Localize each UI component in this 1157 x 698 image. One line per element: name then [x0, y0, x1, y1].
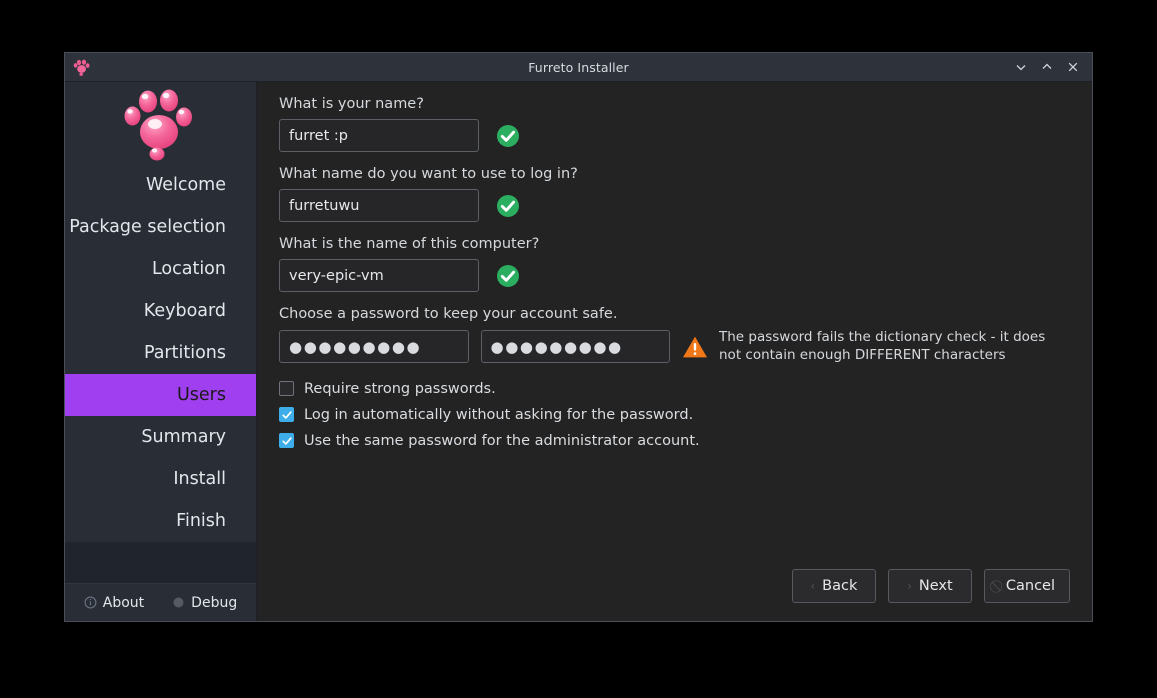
- hostname-field-row: [279, 259, 1070, 292]
- sidebar-item-location[interactable]: Location: [65, 248, 256, 290]
- sidebar-item-label: Install: [173, 469, 226, 489]
- sidebar-item-summary[interactable]: Summary: [65, 416, 256, 458]
- about-label: About: [102, 594, 145, 611]
- chevron-up-icon[interactable]: [1034, 54, 1060, 80]
- require-strong-passwords-row[interactable]: Require strong passwords.: [279, 381, 1070, 397]
- sidebar-item-label: Package selection: [69, 217, 226, 237]
- debug-button[interactable]: Debug: [172, 595, 237, 611]
- sidebar-item-package-selection[interactable]: Package selection: [65, 206, 256, 248]
- sidebar-item-welcome[interactable]: Welcome: [65, 164, 256, 206]
- auto-login-label: Log in automatically without asking for …: [304, 406, 694, 423]
- login-field-row: [279, 189, 1070, 222]
- sidebar-item-label: Keyboard: [143, 301, 226, 321]
- bug-circle-icon: [172, 596, 185, 609]
- password-confirm-input[interactable]: ●●●●●●●●●: [480, 330, 670, 364]
- next-button-label: Next: [918, 578, 953, 594]
- sidebar-item-label: Users: [176, 385, 226, 405]
- password-input[interactable]: ●●●●●●●●●: [279, 330, 469, 364]
- cancel-button[interactable]: ⃠ Cancel: [983, 569, 1070, 603]
- same-admin-password-checkbox[interactable]: [279, 433, 294, 449]
- require-strong-passwords-label: Require strong passwords.: [304, 380, 496, 397]
- paw-logo: [65, 82, 256, 164]
- sidebar-footer: About Debug: [65, 583, 256, 621]
- login-field-label: What name do you want to use to log in?: [279, 166, 578, 182]
- back-button[interactable]: ‹ Back: [791, 569, 876, 603]
- name-field-row: [279, 119, 1070, 152]
- debug-label: Debug: [191, 594, 238, 611]
- require-strong-passwords-checkbox[interactable]: [279, 381, 294, 397]
- paw-icon-svg: [73, 59, 90, 76]
- name-field-label: What is your name?: [279, 96, 424, 112]
- sidebar-item-label: Summary: [141, 427, 226, 447]
- check-circle-icon: [496, 264, 520, 288]
- sidebar-item-partitions[interactable]: Partitions: [65, 332, 256, 374]
- auto-login-checkbox[interactable]: [279, 407, 294, 423]
- info-circle-icon: [84, 596, 97, 609]
- password-section-label: Choose a password to keep your account s…: [279, 306, 618, 322]
- sidebar-item-finish[interactable]: Finish: [65, 500, 256, 542]
- wizard-buttons: ‹ Back › Next ⃠ Cancel: [279, 569, 1070, 621]
- title-bar: Furreto Installer: [65, 53, 1092, 82]
- sidebar-item-label: Location: [151, 259, 226, 279]
- sidebar-item-users[interactable]: Users: [65, 374, 256, 416]
- main-content: What is your name? What name do you want…: [257, 82, 1092, 621]
- sidebar-item-label: Finish: [176, 511, 226, 531]
- warning-triangle-icon: [682, 335, 708, 359]
- name-input[interactable]: [279, 119, 479, 152]
- auto-login-row[interactable]: Log in automatically without asking for …: [279, 407, 1070, 423]
- chevron-down-icon[interactable]: [1008, 54, 1034, 80]
- sidebar-item-label: Partitions: [143, 343, 226, 363]
- same-admin-password-label: Use the same password for the administra…: [304, 432, 700, 449]
- sidebar-nav: Welcome Package selection Location Keybo…: [65, 164, 256, 542]
- about-button[interactable]: About: [84, 595, 144, 611]
- window-body: Welcome Package selection Location Keybo…: [65, 82, 1092, 621]
- paw-logo-svg: [124, 89, 192, 161]
- same-admin-password-row[interactable]: Use the same password for the administra…: [279, 433, 1070, 449]
- password-warning: The password fails the dictionary check …: [682, 329, 1070, 365]
- close-icon[interactable]: [1060, 54, 1086, 80]
- window-controls: [1008, 54, 1092, 80]
- sidebar: Welcome Package selection Location Keybo…: [65, 82, 257, 621]
- sidebar-item-install[interactable]: Install: [65, 458, 256, 500]
- hostname-field-label: What is the name of this computer?: [279, 236, 540, 252]
- hostname-input[interactable]: [279, 259, 479, 292]
- paw-icon: [71, 56, 93, 78]
- sidebar-item-label: Welcome: [145, 175, 226, 195]
- sidebar-item-keyboard[interactable]: Keyboard: [65, 290, 256, 332]
- password-row: ●●●●●●●●● ●●●●●●●●● The password fails t…: [279, 329, 1070, 365]
- back-button-label: Back: [822, 578, 858, 594]
- cancel-button-label: Cancel: [1005, 578, 1055, 594]
- installer-window: Furreto Installer Welcome Package select…: [64, 52, 1093, 622]
- chevron-right-icon: ›: [907, 579, 912, 593]
- password-warning-text: The password fails the dictionary check …: [719, 329, 1046, 363]
- window-title: Furreto Installer: [528, 59, 629, 75]
- login-input[interactable]: [279, 189, 479, 222]
- check-circle-icon: [496, 124, 520, 148]
- sidebar-spacer: [65, 542, 256, 583]
- chevron-left-icon: ‹: [810, 579, 816, 593]
- next-button[interactable]: › Next: [887, 569, 972, 603]
- check-circle-icon: [496, 194, 520, 218]
